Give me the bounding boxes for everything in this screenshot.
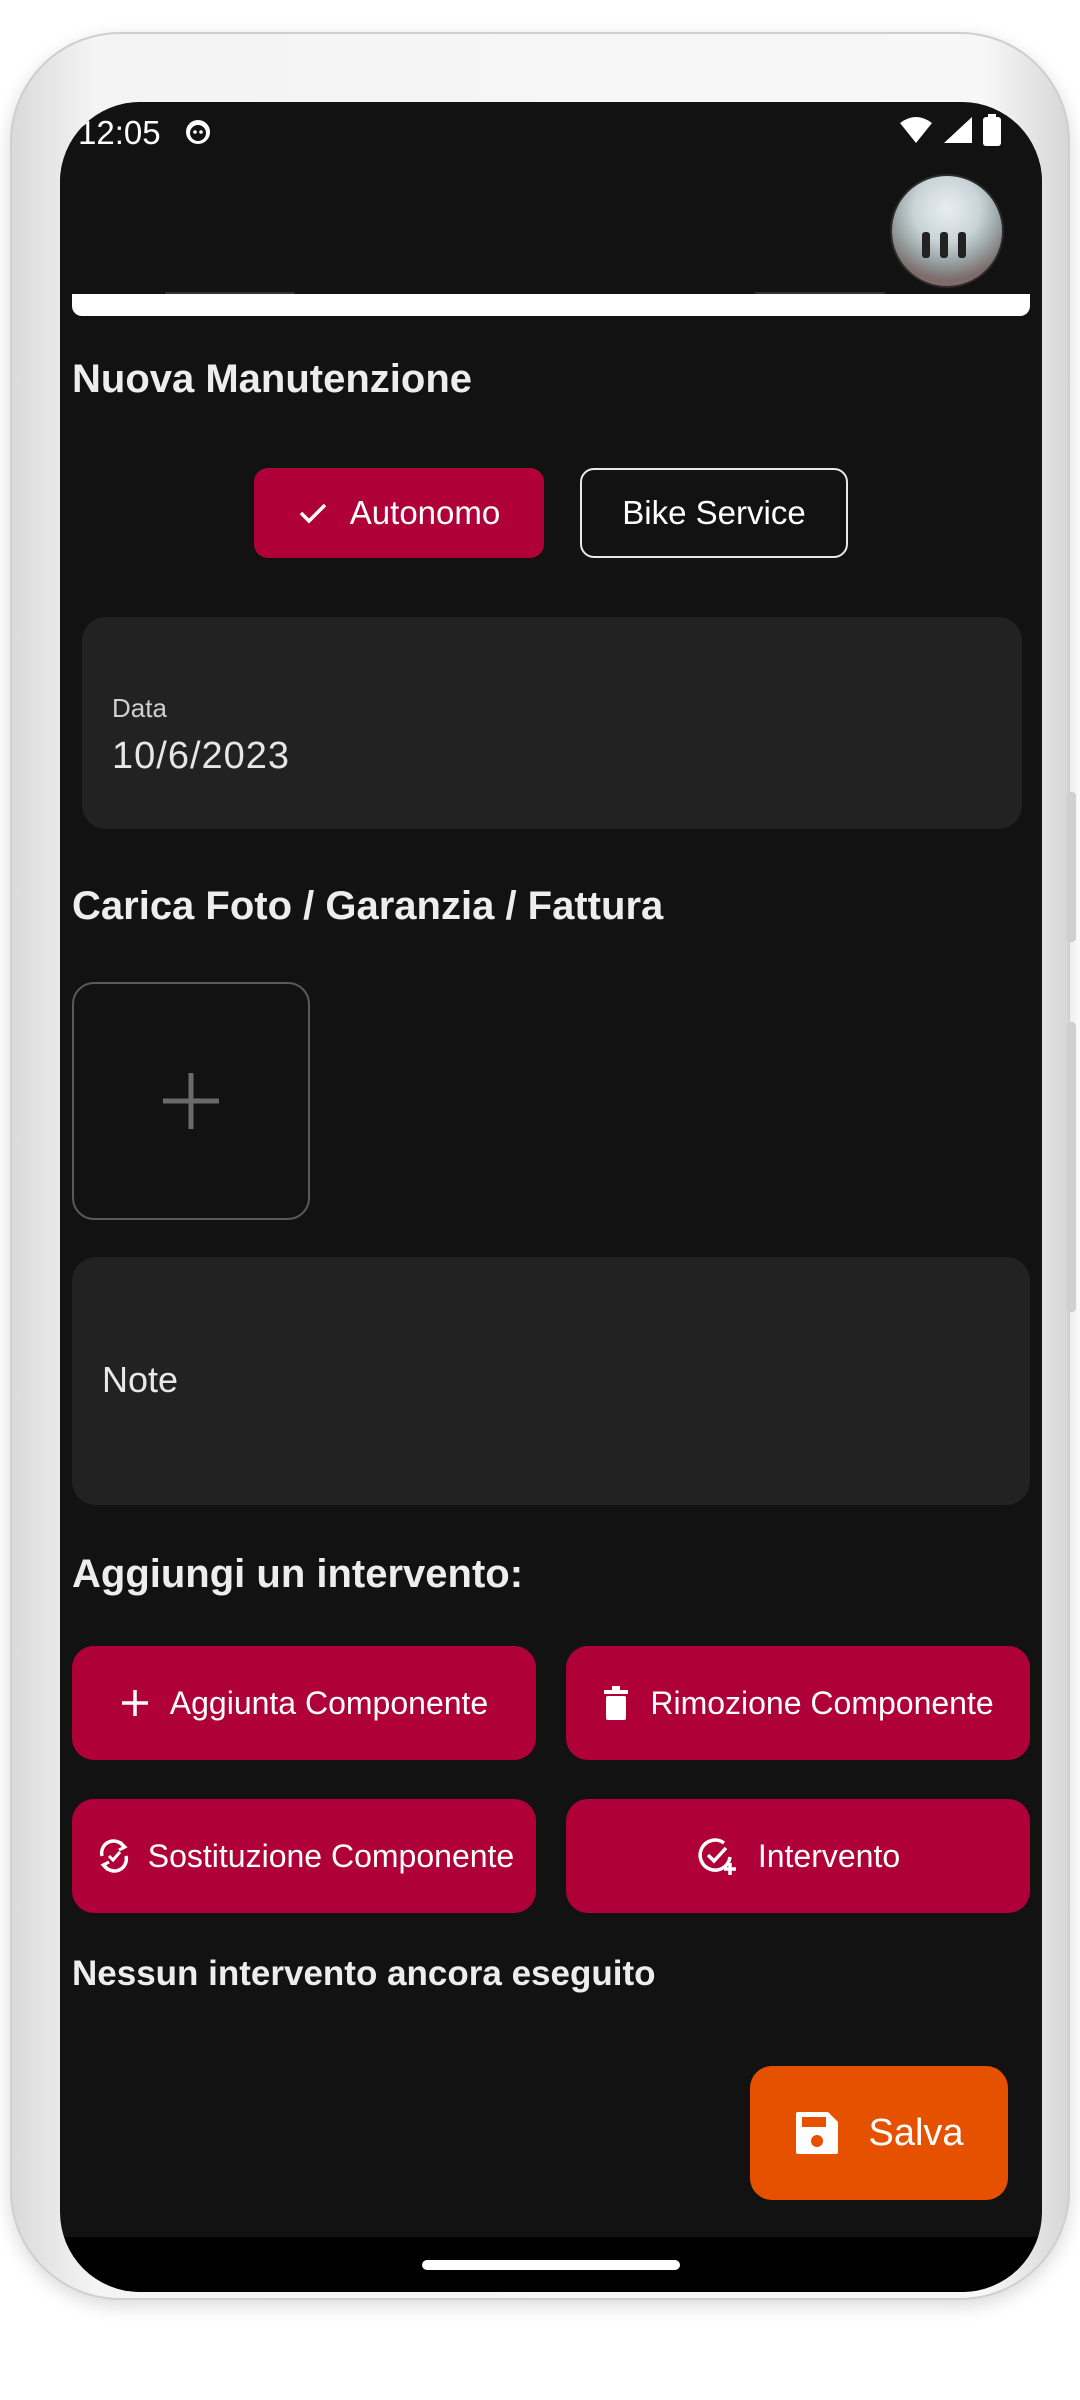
replace-component-label: Sostituzione Componente: [147, 1837, 515, 1874]
intervention-label: Intervento: [757, 1837, 901, 1874]
upload-button[interactable]: [72, 982, 310, 1220]
save-button[interactable]: Salva: [750, 2066, 1008, 2200]
add-component-label: Aggiunta Componente: [169, 1684, 489, 1721]
bike-image-strip: [72, 294, 1030, 316]
empty-interventions-text: Nessun intervento ancora eseguito: [72, 1954, 656, 1993]
check-add-icon: [698, 1838, 736, 1875]
add-icon: [163, 1073, 219, 1129]
date-label: Data: [112, 693, 167, 723]
status-bar: 12:05: [60, 102, 1042, 162]
home-indicator[interactable]: [422, 2260, 680, 2270]
power-button: [1066, 1022, 1076, 1312]
bike-service-toggle[interactable]: Bike Service: [580, 468, 848, 558]
notification-icon: [186, 120, 210, 144]
upload-title: Carica Foto / Garanzia / Fattura: [72, 884, 664, 928]
autonomo-label: Autonomo: [349, 494, 501, 531]
avatar[interactable]: [890, 174, 1004, 288]
remove-component-label: Rimozione Componente: [650, 1684, 994, 1721]
avatar-figure: [958, 232, 966, 258]
date-value: 10/6/2023: [112, 735, 291, 777]
autonomo-toggle[interactable]: Autonomo: [254, 468, 544, 558]
add-component-button[interactable]: Aggiunta Componente: [72, 1646, 536, 1760]
app-screen: 12:05 Nuova Manutenzione Autonomo Bike S…: [60, 102, 1042, 2292]
avatar-figure: [922, 232, 930, 258]
date-field[interactable]: Data 10/6/2023: [82, 617, 1022, 829]
page-title: Nuova Manutenzione: [72, 357, 473, 401]
replace-component-button[interactable]: Sostituzione Componente: [72, 1799, 536, 1913]
save-label: Salva: [868, 2111, 964, 2154]
swap-icon: [99, 1839, 128, 1873]
status-icons: [898, 114, 1002, 146]
battery-icon: [983, 114, 1001, 146]
intervention-button[interactable]: Intervento: [566, 1799, 1030, 1913]
interventions-title: Aggiungi un intervento:: [72, 1552, 524, 1596]
check-icon: [299, 503, 327, 524]
status-time: 12:05: [78, 114, 161, 151]
wifi-icon: [900, 117, 932, 143]
trash-icon: [604, 1686, 629, 1720]
bike-service-label: Bike Service: [622, 494, 806, 531]
volume-button: [1066, 792, 1076, 942]
remove-component-button[interactable]: Rimozione Componente: [566, 1646, 1030, 1760]
save-icon: [796, 2112, 839, 2154]
avatar-figure: [940, 232, 948, 258]
plus-icon: [121, 1690, 148, 1716]
note-field[interactable]: Note: [72, 1257, 1030, 1505]
signal-icon: [944, 117, 972, 143]
note-label: Note: [102, 1359, 179, 1400]
device-frame: 12:05 Nuova Manutenzione Autonomo Bike S…: [10, 32, 1076, 2300]
